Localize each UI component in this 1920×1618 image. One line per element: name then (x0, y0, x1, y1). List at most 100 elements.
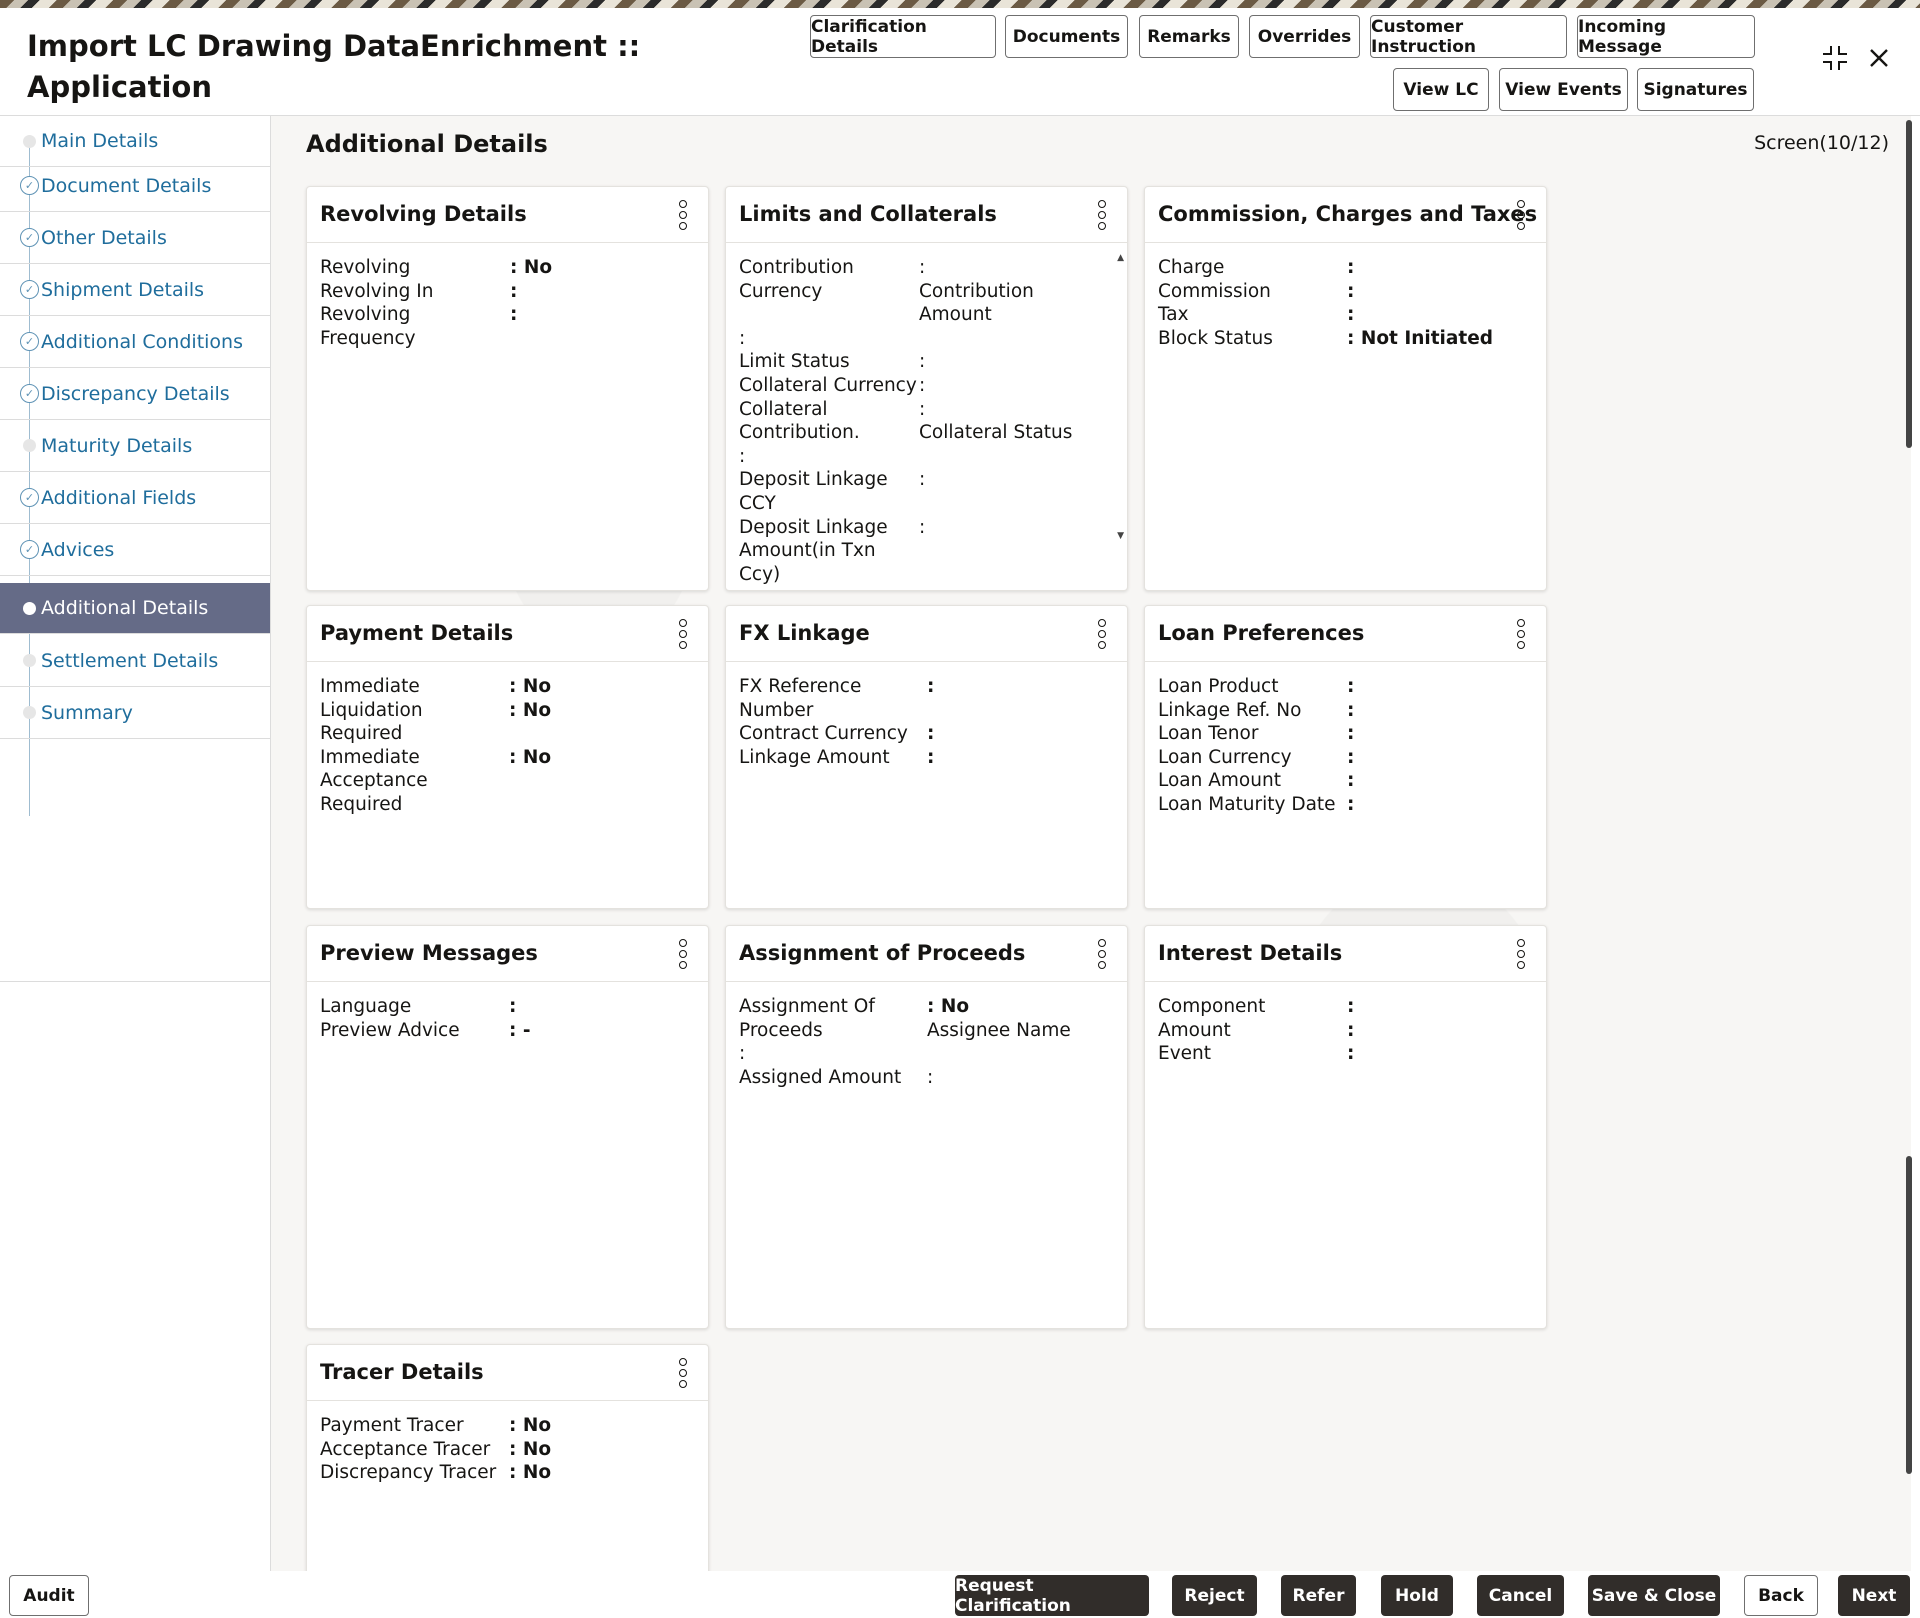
field-row: Preview Advice: - (320, 1019, 695, 1043)
preview-messages-card: Preview Messages Language:Preview Advice… (306, 925, 709, 1329)
field-label: Assigned Amount (739, 1066, 927, 1090)
scrollbar-thumb[interactable] (1906, 120, 1912, 448)
field-colon: : (919, 398, 1099, 422)
kebab-menu-icon[interactable] (1097, 939, 1107, 969)
audit-button[interactable]: Audit (9, 1575, 89, 1616)
page-scrollbar[interactable] (1904, 116, 1914, 1576)
minimize-icon[interactable] (1821, 44, 1849, 79)
scrollbar-thumb[interactable] (1906, 1156, 1912, 1474)
top-decorative-strip (0, 0, 1920, 8)
field-label: Collateral Contribution. (739, 398, 919, 445)
view-events-button[interactable]: View Events (1499, 68, 1628, 111)
interest-details-card: Interest Details Component:Amount:Event: (1144, 925, 1547, 1329)
field-value: : No (510, 256, 552, 280)
kebab-menu-icon[interactable] (1516, 619, 1526, 649)
sidebar-item-label: Additional Conditions (41, 331, 243, 353)
sidebar-item-additional-details[interactable]: Additional Details (0, 583, 270, 634)
cancel-button[interactable]: Cancel (1477, 1575, 1564, 1616)
customer-instruction-button[interactable]: Customer Instruction (1370, 15, 1567, 58)
request-clarification-button[interactable]: Request Clarification (955, 1575, 1149, 1616)
field-label: Revolving Frequency (320, 303, 510, 350)
kebab-menu-icon[interactable] (1097, 200, 1107, 230)
next-button[interactable]: Next (1838, 1575, 1910, 1616)
check-circle-icon: ✓ (20, 384, 39, 403)
title-line-1: Import LC Drawing DataEnrichment :: Appl… (27, 26, 727, 108)
card-title: FX Linkage (739, 621, 870, 645)
field-value: : (510, 303, 517, 350)
check-circle-icon: ✓ (20, 280, 39, 299)
field-label: Assignee Name (927, 1019, 1071, 1043)
field-row: FX Reference Number: (739, 675, 1114, 722)
field-label: Amount (1158, 1019, 1347, 1043)
field-label: Loan Product (1158, 675, 1347, 699)
field-value: : No (509, 1414, 551, 1438)
field-colon: : (919, 516, 925, 587)
screen-indicator: Screen(10/12) (1754, 132, 1889, 154)
field-label: Revolving (320, 256, 510, 280)
commission-charges-taxes-card: Commission, Charges and Taxes Charge:Com… (1144, 186, 1547, 591)
remarks-button[interactable]: Remarks (1139, 15, 1239, 58)
field-label: Component (1158, 995, 1347, 1019)
field-label: Discrepancy Tracer (320, 1461, 509, 1485)
field-value: : (509, 995, 516, 1019)
field-colon: : (739, 327, 1114, 351)
revolving-details-card: Revolving Details Revolving: NoRevolving… (306, 186, 709, 591)
kebab-menu-icon[interactable] (678, 200, 688, 230)
save-close-button[interactable]: Save & Close (1588, 1575, 1720, 1616)
signatures-button[interactable]: Signatures (1637, 68, 1754, 111)
field-label: Language (320, 995, 509, 1019)
kebab-menu-icon[interactable] (678, 939, 688, 969)
kebab-menu-icon[interactable] (678, 619, 688, 649)
step-dot-icon (23, 706, 36, 719)
overrides-button[interactable]: Overrides (1249, 15, 1360, 58)
field-value: : (1347, 699, 1354, 723)
documents-button[interactable]: Documents (1005, 15, 1128, 58)
clarification-details-button[interactable]: Clarification Details (810, 15, 996, 58)
sidebar-item-document-details[interactable]: ✓Document Details (0, 160, 270, 212)
kebab-menu-icon[interactable] (678, 1358, 688, 1388)
sidebar-item-settlement-details[interactable]: Settlement Details (0, 635, 270, 687)
assignment-of-proceeds-card: Assignment of Proceeds Assignment OfProc… (725, 925, 1128, 1329)
back-button[interactable]: Back (1744, 1575, 1818, 1616)
field-row: Revolving: No (320, 256, 695, 280)
field-label: Loan Tenor (1158, 722, 1347, 746)
incoming-message-button[interactable]: Incoming Message (1577, 15, 1755, 58)
sidebar-item-label: Discrepancy Details (41, 383, 230, 405)
fx-linkage-card: FX Linkage FX Reference Number:Contract … (725, 605, 1128, 909)
field-row: Revolving In: (320, 280, 695, 304)
field-row: Language: (320, 995, 695, 1019)
sidebar-item-additional-conditions[interactable]: ✓Additional Conditions (0, 316, 270, 368)
sidebar-item-label: Advices (41, 539, 114, 561)
hold-button[interactable]: Hold (1381, 1575, 1453, 1616)
sidebar-item-discrepancy-details[interactable]: ✓Discrepancy Details (0, 368, 270, 420)
refer-button[interactable]: Refer (1281, 1575, 1356, 1616)
field-row: Tax: (1158, 303, 1533, 327)
field-label: Preview Advice (320, 1019, 509, 1043)
field-label: Acceptance Tracer (320, 1438, 509, 1462)
field-value: : No (509, 746, 551, 770)
field-colon: : (739, 445, 1114, 469)
field-label: Collateral Currency (739, 374, 919, 398)
page-header: Import LC Drawing DataEnrichment :: Appl… (0, 8, 1920, 116)
sidebar-item-additional-fields[interactable]: ✓Additional Fields (0, 472, 270, 524)
scroll-down-icon[interactable]: ▼ (1117, 525, 1124, 549)
reject-button[interactable]: Reject (1172, 1575, 1257, 1616)
sidebar-item-advices[interactable]: ✓Advices (0, 524, 270, 576)
sidebar-item-other-details[interactable]: ✓Other Details (0, 212, 270, 264)
field-value: : (1347, 722, 1354, 746)
sidebar-item-summary[interactable]: Summary (0, 687, 270, 739)
sidebar-item-maturity-details[interactable]: Maturity Details (0, 420, 270, 472)
kebab-menu-icon[interactable] (1516, 939, 1526, 969)
close-icon[interactable] (1867, 46, 1891, 77)
sidebar-item-label: Maturity Details (41, 435, 192, 457)
sidebar-item-shipment-details[interactable]: ✓Shipment Details (0, 264, 270, 316)
kebab-menu-icon[interactable] (1097, 619, 1107, 649)
kebab-menu-icon[interactable] (1516, 200, 1526, 230)
view-lc-button[interactable]: View LC (1393, 68, 1489, 111)
field-label: Revolving In (320, 280, 510, 304)
field-value: : (1347, 746, 1354, 770)
field-label: Tax (1158, 303, 1347, 327)
scroll-up-icon[interactable]: ▲ (1117, 247, 1124, 271)
card-title: Revolving Details (320, 202, 527, 226)
field-label: Immediate (320, 746, 509, 770)
